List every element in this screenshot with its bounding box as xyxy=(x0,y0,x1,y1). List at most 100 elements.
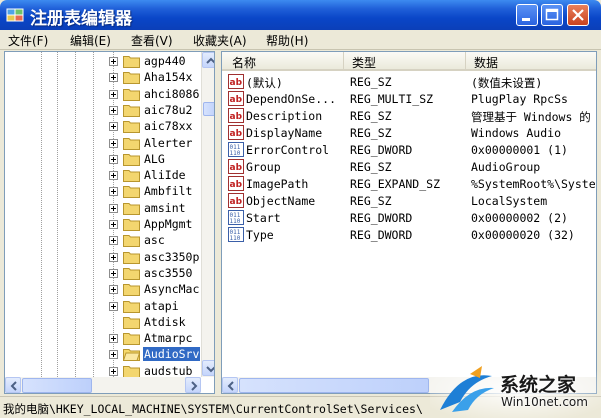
expand-toggle[interactable] xyxy=(109,203,118,213)
tree-horizontal-scrollbar[interactable] xyxy=(5,377,201,393)
arrow-down-icon xyxy=(206,366,214,373)
value-row[interactable]: ab DependOnSe... REG_MULTI_SZ PlugPlay RpcS… xyxy=(222,90,596,107)
tree-item[interactable]: AliIde xyxy=(5,167,205,184)
minimize-button[interactable] xyxy=(516,4,538,26)
value-row[interactable]: 011 110 Type REG_DWORD 0x00000020 (32) xyxy=(222,226,596,243)
string-value-icon: ab xyxy=(228,108,244,123)
scroll-thumb[interactable] xyxy=(203,102,214,116)
tree-item[interactable]: AppMgmt xyxy=(5,216,205,233)
tree-item-label: Atmarpc xyxy=(144,331,193,346)
expand-toggle[interactable] xyxy=(109,89,118,99)
scroll-right-button[interactable] xyxy=(185,377,201,393)
svg-text:110: 110 xyxy=(230,150,241,157)
folder-icon xyxy=(123,333,140,346)
string-value-icon: ab xyxy=(228,176,244,191)
tree-item[interactable]: ALG xyxy=(5,151,205,168)
tree-item[interactable]: atapi xyxy=(5,298,205,315)
values-list[interactable]: 名称 类型 数据 ab (默认) REG_SZ (数值未设置) ab DependOnSe… xyxy=(221,51,597,394)
tree-item[interactable]: Aha154x xyxy=(5,69,205,86)
expand-toggle[interactable] xyxy=(109,122,118,132)
expand-toggle[interactable] xyxy=(109,154,118,164)
value-data: %SystemRoot%\Syste xyxy=(471,177,596,191)
value-row[interactable]: ab (默认) REG_SZ (数值未设置) xyxy=(222,73,596,90)
expand-toggle[interactable] xyxy=(109,350,118,360)
menu-favorites[interactable]: 收藏夹(A) xyxy=(193,32,247,49)
registry-tree[interactable]: agp440 Aha154x ahci8086 aic78u2 aic78xx Alert… xyxy=(4,51,215,394)
folder-icon xyxy=(123,235,140,248)
window-title: 注册表编辑器 xyxy=(30,9,132,29)
tree-item[interactable]: Atmarpc xyxy=(5,330,205,347)
menu-file[interactable]: 文件(F) xyxy=(8,32,48,49)
tree-item[interactable]: Ambfilt xyxy=(5,183,205,200)
arrow-left-icon xyxy=(10,381,17,391)
tree-item[interactable]: AudioSrv xyxy=(5,346,205,363)
expand-toggle[interactable] xyxy=(109,252,118,262)
value-data: Windows Audio xyxy=(471,126,562,140)
column-name-header[interactable]: 名称 xyxy=(222,52,344,70)
value-type: REG_EXPAND_SZ xyxy=(350,177,441,191)
expand-toggle[interactable] xyxy=(109,73,118,83)
list-h-scroll-thumb[interactable] xyxy=(239,378,429,393)
svg-text:110: 110 xyxy=(230,218,241,225)
expand-toggle[interactable] xyxy=(109,285,118,295)
tree-item[interactable]: agp440 xyxy=(5,53,205,70)
expand-toggle[interactable] xyxy=(109,220,118,229)
value-row[interactable]: 011 110 Start REG_DWORD 0x00000002 (2) xyxy=(222,209,596,226)
value-row[interactable]: ab DisplayName REG_SZ Windows Audio xyxy=(222,124,596,141)
list-scroll-left-button[interactable] xyxy=(222,377,238,393)
column-type-header[interactable]: 类型 xyxy=(344,52,466,70)
expand-toggle[interactable] xyxy=(109,366,118,376)
value-type: REG_SZ xyxy=(350,160,392,174)
tree-item[interactable]: AsyncMac xyxy=(5,281,205,298)
value-row[interactable]: 011 110 ErrorControl REG_DWORD 0x00000001 (1… xyxy=(222,141,596,158)
value-type: REG_SZ xyxy=(350,109,392,123)
folder-icon xyxy=(123,72,140,85)
value-row[interactable]: ab Group REG_SZ AudioGroup xyxy=(222,158,596,175)
menu-edit[interactable]: 编辑(E) xyxy=(70,32,111,49)
string-value-icon: ab xyxy=(228,91,244,106)
tree-item-label: asc xyxy=(144,233,165,248)
expand-toggle[interactable] xyxy=(109,334,118,344)
menu-view[interactable]: 查看(V) xyxy=(131,32,173,49)
expand-toggle[interactable] xyxy=(109,105,118,115)
close-icon xyxy=(572,9,584,21)
menu-help[interactable]: 帮助(H) xyxy=(266,32,308,49)
scroll-down-button[interactable] xyxy=(202,360,214,376)
scroll-left-button[interactable] xyxy=(5,377,21,393)
scroll-up-button[interactable] xyxy=(202,52,214,68)
tree-item[interactable]: asc3550 xyxy=(5,265,205,282)
close-button[interactable] xyxy=(567,4,589,26)
column-data-header[interactable]: 数据 xyxy=(466,52,596,70)
value-row[interactable]: ab Description REG_SZ 管理基于 Windows 的 xyxy=(222,107,596,124)
tree-item[interactable]: aic78u2 xyxy=(5,102,205,119)
tree-item[interactable]: aic78xx xyxy=(5,118,205,135)
binary-value-icon: 011110 xyxy=(228,210,244,225)
tree-item[interactable]: amsint xyxy=(5,200,205,217)
svg-text:ab: ab xyxy=(230,129,243,139)
value-row[interactable]: ab ObjectName REG_SZ LocalSystem xyxy=(222,192,596,209)
expand-toggle[interactable] xyxy=(109,171,118,181)
value-row[interactable]: ab ImagePath REG_EXPAND_SZ %SystemRoot%\Sys… xyxy=(222,175,596,192)
svg-text:ab: ab xyxy=(230,197,243,207)
tree-item[interactable]: Alerter xyxy=(5,135,205,152)
tree-item[interactable]: Atdisk xyxy=(5,314,205,331)
tree-item[interactable]: ahci8086 xyxy=(5,86,205,103)
maximize-button[interactable] xyxy=(541,4,563,26)
expand-toggle[interactable] xyxy=(109,57,118,66)
folder-icon xyxy=(123,137,140,150)
tree-item[interactable]: asc xyxy=(5,232,205,249)
value-name: Type xyxy=(246,228,274,242)
expand-toggle[interactable] xyxy=(109,187,118,197)
expand-toggle[interactable] xyxy=(109,236,118,246)
value-data: 0x00000020 (32) xyxy=(471,228,575,242)
tree-item-label: Ambfilt xyxy=(144,184,193,199)
tree-vertical-scrollbar[interactable] xyxy=(201,52,214,377)
title-bar[interactable]: 注册表编辑器 xyxy=(0,0,601,30)
h-scroll-thumb[interactable] xyxy=(22,378,92,393)
expand-toggle[interactable] xyxy=(109,138,118,148)
expand-toggle[interactable] xyxy=(109,268,118,278)
folder-icon xyxy=(123,56,140,68)
tree-item[interactable]: asc3350p xyxy=(5,249,205,266)
expand-toggle[interactable] xyxy=(109,301,118,311)
value-data: (数值未设置) xyxy=(471,76,543,90)
